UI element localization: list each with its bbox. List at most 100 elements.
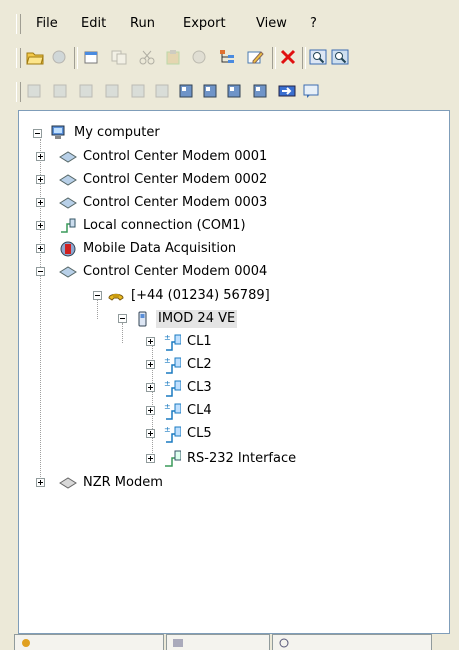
bottom-tab-strip: [0, 634, 459, 650]
tree-node-rs232[interactable]: RS-232 Interface: [146, 449, 298, 469]
expand-icon[interactable]: [146, 337, 155, 346]
expand-icon[interactable]: [36, 221, 45, 230]
current-loop-icon: ±: [163, 425, 181, 443]
delete-icon[interactable]: [279, 48, 297, 66]
tab-organization[interactable]: [14, 634, 164, 650]
tree-line: [40, 139, 41, 485]
device-icon: [134, 311, 152, 327]
mobile-acquisition-icon: [59, 241, 77, 257]
f4-icon[interactable]: [104, 82, 122, 100]
svg-text:±: ±: [164, 402, 171, 411]
current-loop-icon: ±: [163, 379, 181, 397]
modem-icon: [59, 172, 77, 188]
f3-icon[interactable]: [78, 82, 96, 100]
tab-second[interactable]: [166, 634, 270, 650]
tree-line: [97, 299, 98, 319]
device-tree[interactable]: My computer Control Center Modem 0001 Co…: [18, 110, 450, 634]
tree-node-modem-0001[interactable]: Control Center Modem 0001: [36, 147, 269, 167]
f6-icon[interactable]: [154, 82, 172, 100]
svg-text:±: ±: [164, 425, 171, 434]
cut-icon[interactable]: [138, 48, 156, 66]
new-item-icon[interactable]: [82, 48, 100, 66]
menu-bar: File Edit Run Export View ?: [0, 12, 459, 36]
expand-icon[interactable]: [146, 360, 155, 369]
main-toolbar: [0, 42, 459, 72]
function-toolbar: [0, 76, 459, 106]
tab-icon: [172, 637, 184, 650]
current-loop-icon: ±: [163, 333, 181, 351]
zoom-icon[interactable]: [309, 48, 327, 66]
tree-node-imod-24-ve[interactable]: IMOD 24 VE: [118, 309, 238, 329]
collapse-icon[interactable]: [36, 267, 45, 276]
f7-icon[interactable]: [178, 82, 196, 100]
open-folder-icon[interactable]: [26, 48, 44, 66]
f8-icon[interactable]: [202, 82, 220, 100]
svg-text:±: ±: [164, 333, 171, 342]
f5-icon[interactable]: [130, 82, 148, 100]
tree-node-modem-0003[interactable]: Control Center Modem 0003: [36, 193, 269, 213]
computer-icon: [50, 125, 68, 141]
expand-icon[interactable]: [146, 383, 155, 392]
tree-node-cl1[interactable]: ± CL1: [146, 332, 214, 352]
tree-node-modem-0002[interactable]: Control Center Modem 0002: [36, 170, 269, 190]
transfer-icon[interactable]: [278, 82, 296, 100]
tree-icon[interactable]: [218, 48, 236, 66]
toolbar-separator: [74, 47, 78, 69]
tree-line: [122, 323, 123, 343]
expand-icon[interactable]: [36, 244, 45, 253]
tree-node-cl4[interactable]: ± CL4: [146, 401, 214, 421]
collapse-icon[interactable]: [93, 291, 102, 300]
connect-icon[interactable]: [50, 48, 68, 66]
tab-icon: [20, 637, 32, 650]
tree-node-nzr-modem[interactable]: NZR Modem: [36, 473, 165, 493]
current-loop-icon: ±: [163, 356, 181, 374]
toolbar-separator: [302, 47, 306, 69]
tree-node-cl5[interactable]: ± CL5: [146, 424, 214, 444]
tree-node-local-connection[interactable]: Local connection (COM1): [36, 216, 248, 236]
f1-icon[interactable]: [26, 82, 44, 100]
expand-icon[interactable]: [146, 429, 155, 438]
zoom-all-icon[interactable]: [331, 48, 349, 66]
modem-icon: [59, 264, 77, 280]
f2-icon[interactable]: [52, 82, 70, 100]
copy-icon[interactable]: [110, 48, 128, 66]
edit-icon[interactable]: [246, 48, 264, 66]
menu-file[interactable]: File: [36, 16, 58, 32]
terminal-icon[interactable]: [302, 82, 320, 100]
f10-icon[interactable]: [252, 82, 270, 100]
menu-run[interactable]: Run: [130, 16, 155, 32]
menubar-grip[interactable]: [16, 14, 21, 34]
expand-icon[interactable]: [36, 152, 45, 161]
tab-third[interactable]: [272, 634, 432, 650]
paste-icon[interactable]: [164, 48, 182, 66]
f9-icon[interactable]: [226, 82, 244, 100]
svg-text:±: ±: [164, 379, 171, 388]
toolbar-grip[interactable]: [16, 82, 21, 102]
expand-icon[interactable]: [146, 454, 155, 463]
menu-help[interactable]: ?: [310, 16, 317, 32]
expand-icon[interactable]: [36, 175, 45, 184]
svg-text:±: ±: [164, 356, 171, 365]
menu-edit[interactable]: Edit: [81, 16, 106, 32]
expand-icon[interactable]: [146, 406, 155, 415]
tree-node-cl3[interactable]: ± CL3: [146, 378, 214, 398]
tree-node-modem-0004[interactable]: Control Center Modem 0004: [36, 262, 269, 282]
toolbar-grip[interactable]: [16, 48, 21, 68]
properties-icon[interactable]: [190, 48, 208, 66]
tree-node-cl2[interactable]: ± CL2: [146, 355, 214, 375]
collapse-icon[interactable]: [118, 314, 127, 323]
expand-icon[interactable]: [36, 478, 45, 487]
modem-icon: [59, 475, 77, 491]
tree-node-phone-number[interactable]: [+44 (01234) 56789]: [93, 286, 272, 306]
tab-icon: [278, 637, 290, 650]
collapse-icon[interactable]: [33, 128, 42, 138]
modem-icon: [59, 195, 77, 211]
phone-icon: [107, 288, 125, 304]
menu-view[interactable]: View: [256, 16, 287, 32]
menu-export[interactable]: Export: [183, 16, 226, 32]
tree-node-mobile-data[interactable]: Mobile Data Acquisition: [36, 239, 238, 259]
current-loop-icon: ±: [163, 402, 181, 420]
toolbar-separator: [272, 47, 276, 69]
expand-icon[interactable]: [36, 198, 45, 207]
tree-node-my-computer[interactable]: My computer: [33, 123, 162, 143]
